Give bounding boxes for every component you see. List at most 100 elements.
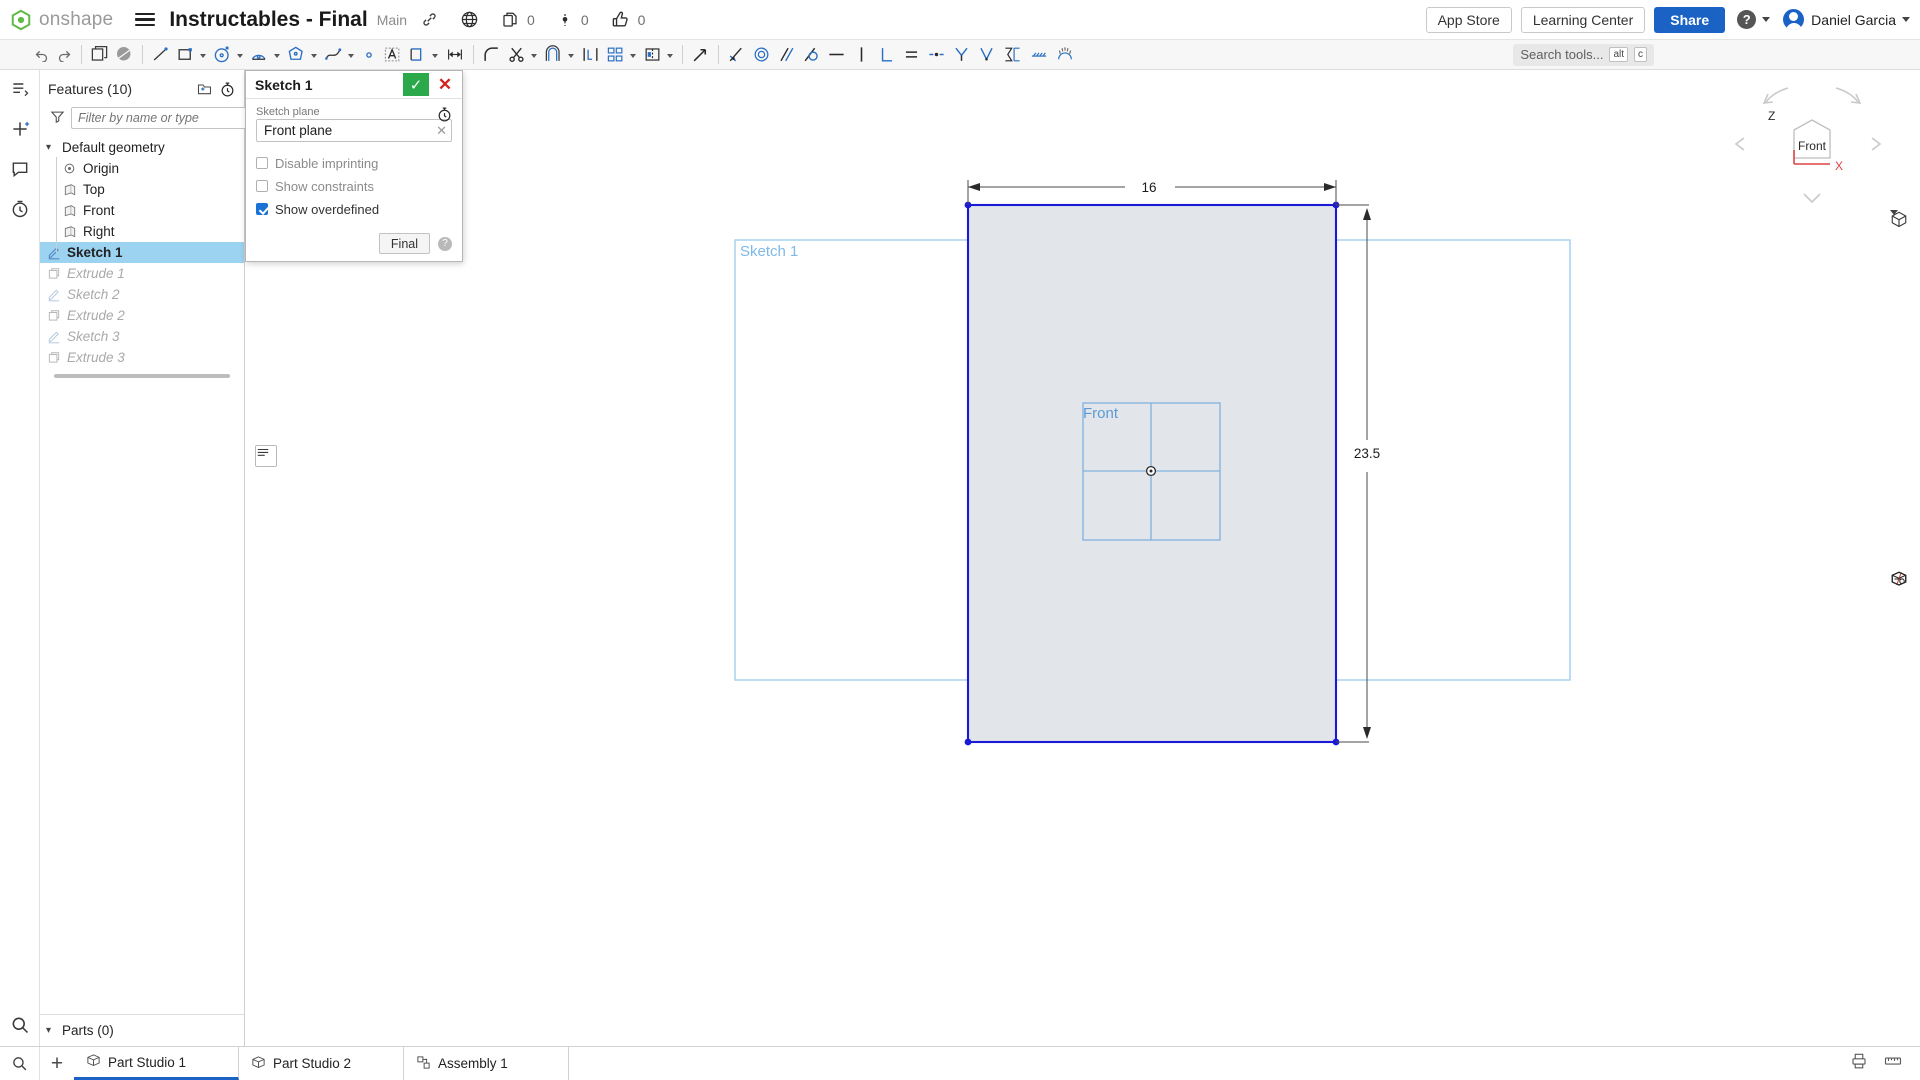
close-x-icon[interactable]: ✕ [433, 73, 457, 96]
vertical-constraint-icon[interactable] [849, 42, 874, 68]
tangent-constraint-icon[interactable] [799, 42, 824, 68]
tab-part-studio-2[interactable]: Part Studio 2 [239, 1047, 404, 1080]
offset-icon[interactable] [541, 42, 566, 68]
tree-item-origin[interactable]: Origin [40, 158, 244, 179]
circle-icon[interactable] [210, 42, 235, 68]
learning-center-button[interactable]: Learning Center [1521, 7, 1645, 33]
globe-icon[interactable] [460, 10, 479, 29]
search-tools-input[interactable]: Search tools... alt c [1513, 44, 1654, 66]
help-question-icon[interactable]: ? [438, 237, 452, 251]
sketch-fillet-icon[interactable] [479, 42, 504, 68]
undo-icon[interactable] [30, 42, 53, 68]
sketch-plane-field[interactable]: Front plane ✕ [256, 119, 452, 142]
arc-chevron-down-icon[interactable] [274, 54, 280, 58]
slot-icon[interactable] [405, 42, 430, 68]
add-tab-button[interactable]: + [40, 1047, 74, 1080]
tree-group-default-geometry[interactable]: ▾ Default geometry [40, 137, 244, 158]
rollback-bar[interactable] [54, 374, 230, 378]
tree-item-extrude-3[interactable]: Extrude 3 [40, 347, 244, 368]
avatar[interactable] [1783, 9, 1804, 30]
thumbs-up-icon[interactable] [611, 10, 630, 29]
midpoint-constraint-icon[interactable] [924, 42, 949, 68]
chevron-down-icon[interactable]: ▾ [46, 142, 56, 153]
arc-icon[interactable] [247, 42, 272, 68]
share-button[interactable]: Share [1654, 7, 1725, 33]
rail-search-icon[interactable] [7, 1012, 33, 1038]
use-projection-icon[interactable] [578, 42, 603, 68]
show-constraints-checkbox[interactable]: Show constraints [256, 176, 452, 196]
rail-history-icon[interactable] [7, 196, 33, 222]
onshape-logo[interactable]: onshape [10, 9, 119, 31]
dimension-icon[interactable] [442, 42, 468, 68]
spline-chevron-down-icon[interactable] [348, 54, 354, 58]
spline-icon[interactable] [321, 42, 346, 68]
view-cube[interactable]: Z Front X [1732, 80, 1892, 230]
header-globe-group[interactable] [460, 10, 479, 29]
help-chevron-down-icon[interactable] [1762, 17, 1770, 22]
tree-item-extrude-1[interactable]: Extrude 1 [40, 263, 244, 284]
point-icon[interactable] [358, 42, 380, 68]
user-chevron-down-icon[interactable] [1902, 17, 1910, 22]
rail-feature-list-icon[interactable] [7, 76, 33, 102]
tree-item-front-plane[interactable]: Front [40, 200, 244, 221]
hamburger-menu-icon[interactable] [135, 13, 155, 27]
tree-item-extrude-2[interactable]: Extrude 2 [40, 305, 244, 326]
transform-icon[interactable] [688, 42, 713, 68]
rectangle-chevron-down-icon[interactable] [200, 54, 206, 58]
slot-chevron-down-icon[interactable] [432, 54, 438, 58]
ruler-icon[interactable] [1884, 1052, 1902, 1075]
concentric-constraint-icon[interactable] [749, 42, 774, 68]
rail-insert-icon[interactable] [7, 116, 33, 142]
panel-list-icon[interactable] [255, 445, 277, 467]
horizontal-constraint-icon[interactable] [824, 42, 849, 68]
sketch-text-icon[interactable] [380, 42, 405, 68]
rectangle-icon[interactable] [173, 42, 198, 68]
show-overdefined-checkbox[interactable]: Show overdefined [256, 199, 452, 219]
help-icon[interactable]: ? [1737, 10, 1756, 29]
polygon-icon[interactable] [284, 42, 309, 68]
parts-section-header[interactable]: ▾ Parts (0) [40, 1014, 244, 1046]
copy-icon[interactable] [501, 11, 519, 29]
curvature-constraint-icon[interactable] [974, 42, 999, 68]
new-sketch-icon[interactable] [87, 42, 112, 68]
tree-item-sketch-1[interactable]: Sketch 1 [40, 242, 244, 263]
branch-icon[interactable] [557, 11, 573, 29]
tree-item-sketch-2[interactable]: Sketch 2 [40, 284, 244, 305]
3d-canvas[interactable]: 16 23.5 Sketch 1 Front [245, 70, 1920, 1046]
sum-constraint-icon[interactable] [999, 42, 1026, 68]
rail-comment-icon[interactable] [7, 156, 33, 182]
tree-item-sketch-3[interactable]: Sketch 3 [40, 326, 244, 347]
measure-icon[interactable] [1890, 598, 1916, 624]
add-folder-icon[interactable] [196, 81, 213, 97]
link-icon[interactable] [421, 11, 438, 28]
line-icon[interactable] [148, 42, 173, 68]
header-branch-group[interactable]: 0 [557, 11, 589, 29]
pattern-chevron-down-icon[interactable] [630, 54, 636, 58]
final-button[interactable]: Final [379, 233, 430, 254]
circle-chevron-down-icon[interactable] [237, 54, 243, 58]
render-icon[interactable] [1890, 626, 1916, 652]
app-store-button[interactable]: App Store [1426, 7, 1512, 33]
offset-chevron-down-icon[interactable] [568, 54, 574, 58]
header-copy-group[interactable]: 0 [501, 11, 535, 29]
chevron-down-icon[interactable]: ▾ [46, 1025, 56, 1036]
plane-icon[interactable] [112, 42, 137, 68]
symmetric-constraint-icon[interactable] [949, 42, 974, 68]
tab-assembly-1[interactable]: Assembly 1 [404, 1047, 569, 1080]
mirror-icon[interactable] [640, 42, 665, 68]
print-icon[interactable] [1850, 1052, 1868, 1075]
tree-item-right-plane[interactable]: Right [40, 221, 244, 242]
filter-funnel-icon[interactable] [50, 109, 65, 127]
trim-icon[interactable] [504, 42, 529, 68]
polygon-chevron-down-icon[interactable] [311, 54, 317, 58]
trim-chevron-down-icon[interactable] [531, 54, 537, 58]
linear-pattern-icon[interactable] [603, 42, 628, 68]
perpendicular-constraint-icon[interactable] [874, 42, 899, 68]
parallel-constraint-icon[interactable] [774, 42, 799, 68]
checkmark-icon[interactable]: ✓ [403, 73, 429, 96]
tab-part-studio-1[interactable]: Part Studio 1 [74, 1047, 239, 1080]
feature-history-icon[interactable] [219, 81, 236, 98]
history-clock-icon[interactable] [436, 106, 453, 128]
equal-constraint-icon[interactable] [899, 42, 924, 68]
header-like-group[interactable]: 0 [611, 10, 646, 29]
